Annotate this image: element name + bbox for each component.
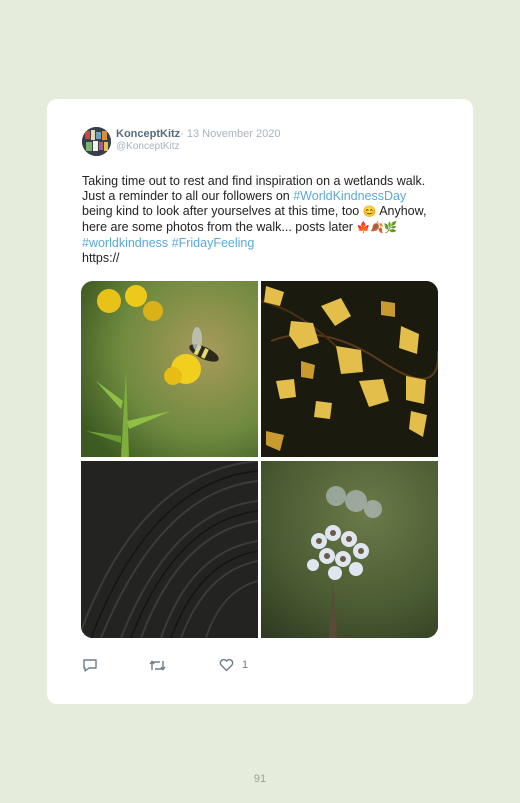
photo-pale-flowers[interactable] xyxy=(261,461,438,638)
photo-wood-texture[interactable] xyxy=(81,461,258,638)
tweet-link[interactable]: https:// xyxy=(82,251,120,265)
hashtag-fridayfeeling[interactable]: #FridayFeeling xyxy=(168,236,255,250)
photo-insect-flowers[interactable] xyxy=(81,281,258,457)
photo-grid xyxy=(81,281,438,638)
retweet-button[interactable] xyxy=(149,658,166,673)
author-line: KonceptKitz· 13 November 2020 xyxy=(116,128,280,140)
tweet-text-part: being kind to look after yourselves at t… xyxy=(82,204,363,218)
tweet-date[interactable]: · 13 November 2020 xyxy=(180,128,280,140)
hashtag-worldkindness[interactable]: #worldkindness xyxy=(82,236,168,250)
reply-icon xyxy=(83,659,97,672)
tweet-actions: 1 xyxy=(82,658,282,676)
reply-button[interactable] xyxy=(82,658,98,673)
page-number: 91 xyxy=(253,773,267,785)
photo-autumn-leaves[interactable] xyxy=(261,281,438,457)
like-button[interactable]: 1 xyxy=(219,658,248,672)
avatar[interactable] xyxy=(82,127,111,156)
author-name[interactable]: KonceptKitz xyxy=(116,128,180,140)
smile-emoji: 😊 xyxy=(362,206,377,218)
hashtag-worldkindnessday[interactable]: #WorldKindnessDay xyxy=(293,189,406,203)
tweet-card: KonceptKitz· 13 November 2020 @KonceptKi… xyxy=(47,99,473,704)
like-count: 1 xyxy=(242,659,249,671)
heart-icon xyxy=(219,658,234,672)
leaves-emoji: 🍁🍂🌿 xyxy=(356,222,398,234)
tweet-text: Taking time out to rest and find inspira… xyxy=(82,174,432,266)
retweet-icon xyxy=(149,660,166,671)
author-handle[interactable]: @KonceptKitz xyxy=(116,141,180,152)
